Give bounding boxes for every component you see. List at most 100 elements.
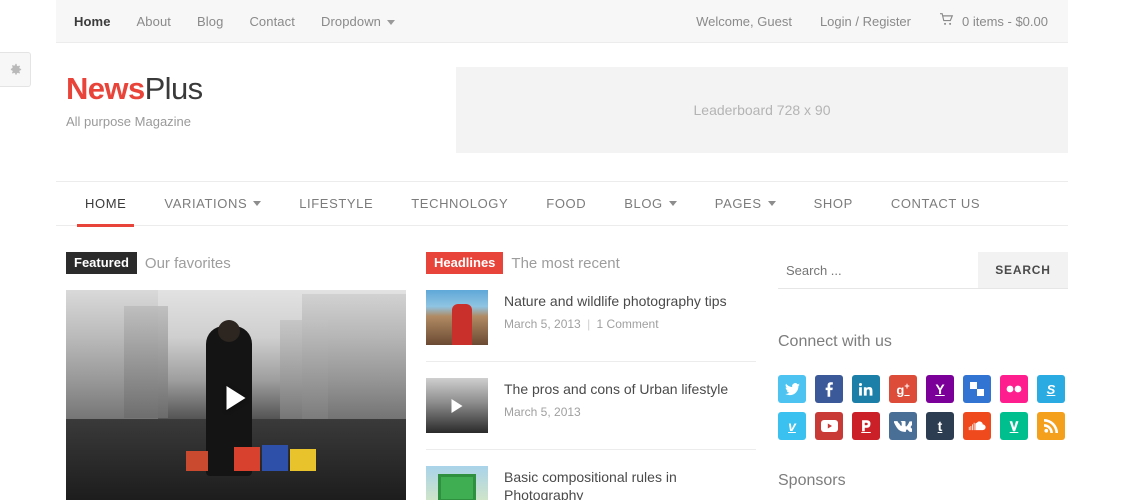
twitter-icon[interactable] — [778, 375, 806, 403]
main-nav-item-blog[interactable]: BLOG — [605, 181, 696, 226]
headline-title[interactable]: Basic compositional rules in Photography — [504, 468, 756, 500]
search-widget: SEARCH — [778, 252, 1068, 289]
linkedin-icon[interactable] — [852, 375, 880, 403]
cart-total-label: 0 items - $0.00 — [962, 14, 1048, 29]
main-nav-label: SHOP — [814, 196, 853, 211]
main-nav-item-shop[interactable]: SHOP — [795, 181, 872, 226]
skype-icon[interactable]: S — [1037, 375, 1065, 403]
delicious-icon[interactable] — [963, 375, 991, 403]
top-nav-item-home[interactable]: Home — [74, 14, 111, 29]
vimeo-icon[interactable]: v — [778, 412, 806, 440]
site-container: Home About Blog Contact Dropdown Welcome… — [56, 0, 1068, 500]
search-button[interactable]: SEARCH — [978, 252, 1068, 288]
sidebar: SEARCH Connect with us g+ Y S v 𝐏 — [778, 252, 1068, 500]
top-nav-item-about[interactable]: About — [137, 14, 171, 29]
main-nav-item-variations[interactable]: VARIATIONS — [145, 181, 280, 226]
top-nav-label: Contact — [249, 14, 295, 29]
pinterest-icon[interactable]: 𝐏 — [852, 412, 880, 440]
list-item[interactable]: The pros and cons of Urban lifestyle Mar… — [426, 378, 756, 450]
chevron-down-icon — [669, 201, 677, 206]
main-nav-label: VARIATIONS — [164, 196, 247, 211]
play-icon[interactable] — [452, 399, 463, 413]
main-nav-item-home[interactable]: HOME — [66, 181, 145, 226]
main-nav-label: BLOG — [624, 196, 663, 211]
featured-post-image[interactable] — [66, 290, 406, 500]
logo-block[interactable]: NewsPlus All purpose Magazine — [66, 67, 456, 129]
top-nav: Home About Blog Contact Dropdown — [74, 14, 395, 29]
social-icons: g+ Y S v 𝐏 t 𝐕 — [778, 375, 1068, 440]
cart-link[interactable]: 0 items - $0.00 — [939, 13, 1048, 29]
top-nav-label: Dropdown — [321, 14, 381, 29]
main-nav-item-food[interactable]: FOOD — [527, 181, 605, 226]
headline-meta: March 5, 2013 — [504, 405, 728, 419]
main-nav-label: FOOD — [546, 196, 586, 211]
headline-thumbnail[interactable] — [426, 378, 488, 433]
soundcloud-icon[interactable] — [963, 412, 991, 440]
top-nav-item-blog[interactable]: Blog — [197, 14, 223, 29]
featured-image-person-head — [218, 320, 240, 342]
login-register-link[interactable]: Login / Register — [820, 14, 911, 29]
flickr-icon[interactable] — [1000, 375, 1028, 403]
top-nav-item-contact[interactable]: Contact — [249, 14, 295, 29]
googleplus-icon[interactable]: g+ — [889, 375, 917, 403]
facebook-icon[interactable] — [815, 375, 843, 403]
list-item[interactable]: Basic compositional rules in Photography… — [426, 466, 756, 500]
play-icon[interactable] — [227, 386, 246, 410]
main-nav-label: PAGES — [715, 196, 762, 211]
tumblr-icon[interactable]: t — [926, 412, 954, 440]
yahoo-glyph: Y — [935, 382, 944, 396]
main-nav-item-pages[interactable]: PAGES — [696, 181, 795, 226]
search-input[interactable] — [778, 252, 978, 288]
sponsors-heading: Sponsors — [778, 472, 1068, 490]
page-root: Home About Blog Contact Dropdown Welcome… — [0, 0, 1131, 500]
rss-icon[interactable] — [1037, 412, 1065, 440]
leaderboard-ad[interactable]: Leaderboard 728 x 90 — [456, 67, 1068, 153]
logo-text-secondary: Plus — [145, 71, 203, 106]
headlines-column: Headlines The most recent Nature and wil… — [426, 252, 756, 500]
site-tagline: All purpose Magazine — [66, 114, 456, 129]
featured-image-bag — [234, 447, 260, 471]
headline-title[interactable]: Nature and wildlife photography tips — [504, 292, 727, 310]
headline-date: March 5, 2013 — [504, 405, 581, 419]
list-item[interactable]: Nature and wildlife photography tips Mar… — [426, 290, 756, 362]
featured-column: Featured Our favorites — [66, 252, 406, 500]
main-nav-item-lifestyle[interactable]: LIFESTYLE — [280, 181, 392, 226]
chevron-down-icon — [768, 201, 776, 206]
top-nav-label: Home — [74, 14, 111, 29]
top-nav-label: About — [137, 14, 171, 29]
yahoo-icon[interactable]: Y — [926, 375, 954, 403]
main-nav-item-contact-us[interactable]: CONTACT US — [872, 181, 999, 226]
youtube-icon[interactable] — [815, 412, 843, 440]
vk-icon[interactable] — [889, 412, 917, 440]
headline-date: March 5, 2013 — [504, 317, 581, 331]
skype-glyph: S — [1047, 383, 1056, 396]
main-nav-label: HOME — [85, 196, 126, 211]
site-logo: NewsPlus — [66, 73, 456, 104]
headline-title[interactable]: The pros and cons of Urban lifestyle — [504, 380, 728, 398]
headlines-subtitle: The most recent — [511, 255, 619, 272]
vine-icon[interactable]: 𝐕 — [1000, 412, 1028, 440]
featured-badge: Featured — [66, 252, 137, 274]
vimeo-glyph: v — [788, 419, 796, 433]
top-nav-label: Blog — [197, 14, 223, 29]
settings-tab[interactable] — [0, 52, 31, 87]
top-nav-item-dropdown[interactable]: Dropdown — [321, 14, 395, 29]
headline-meta: March 5, 2013 | 1 Comment — [504, 317, 727, 331]
welcome-text: Welcome, Guest — [696, 14, 792, 29]
chevron-down-icon — [387, 20, 395, 25]
headline-meta-separator: | — [587, 317, 590, 331]
chevron-down-icon — [253, 201, 261, 206]
headline-thumbnail[interactable] — [426, 290, 488, 345]
featured-image-bag — [262, 445, 288, 471]
featured-image-building-left-2 — [124, 306, 168, 418]
leaderboard-ad-label: Leaderboard 728 x 90 — [694, 102, 831, 118]
headline-body: Nature and wildlife photography tips Mar… — [504, 290, 727, 345]
featured-image-bag — [290, 449, 316, 471]
headline-comment-count[interactable]: 1 Comment — [597, 317, 659, 331]
main-nav-item-technology[interactable]: TECHNOLOGY — [392, 181, 527, 226]
main-nav-label: CONTACT US — [891, 196, 980, 211]
featured-image-bag — [186, 451, 208, 471]
content-columns: Featured Our favorites — [56, 226, 1068, 500]
headline-thumbnail[interactable] — [426, 466, 488, 500]
cart-icon — [939, 13, 954, 29]
